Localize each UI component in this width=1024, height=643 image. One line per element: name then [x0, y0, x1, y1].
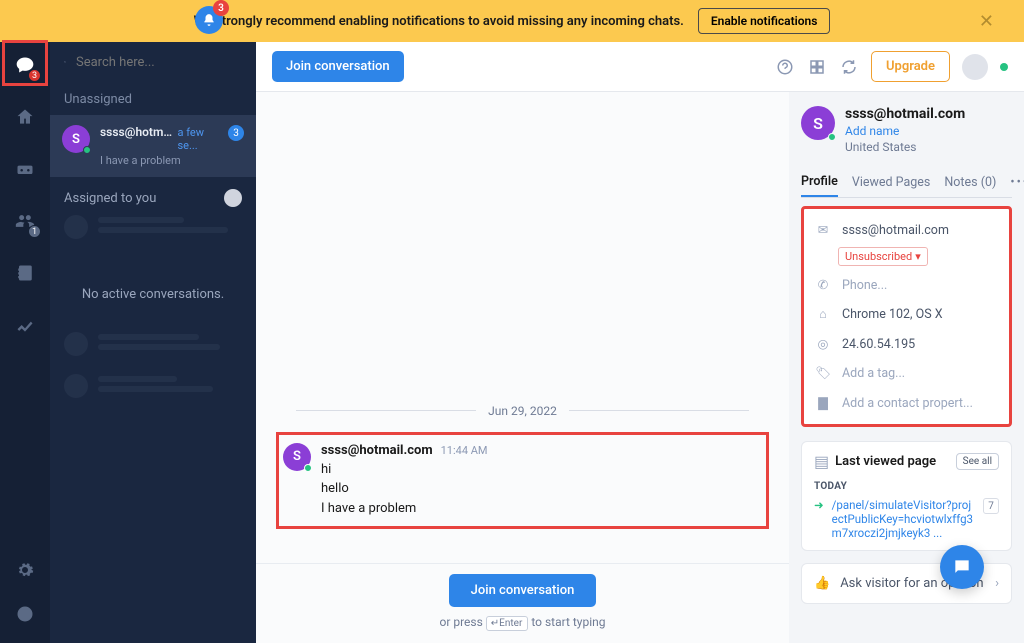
- message-block: S ssss@hotmail.com 11:44 AM hi hello I h…: [276, 432, 769, 530]
- tag-icon: 🏷: [814, 366, 832, 381]
- placeholder-list: [50, 215, 256, 257]
- status-dot: [1000, 63, 1008, 71]
- message-time: 11:44 AM: [441, 444, 488, 457]
- press-suffix: to start typing: [531, 615, 605, 629]
- placeholder-list-2: [50, 332, 256, 416]
- tab-more-icon[interactable]: •••: [1010, 175, 1024, 190]
- add-property-row[interactable]: ▇Add a contact propert...: [812, 388, 1001, 418]
- bell-badge: 3: [213, 0, 229, 16]
- contacts-badge: 1: [28, 225, 41, 238]
- nav-bot[interactable]: [10, 154, 40, 184]
- search-input[interactable]: [76, 55, 242, 70]
- nav-chats[interactable]: 3: [10, 50, 40, 80]
- enable-notifications-button[interactable]: Enable notifications: [698, 8, 831, 34]
- folder-icon: ▇: [814, 395, 832, 411]
- nav-address-book[interactable]: [10, 258, 40, 288]
- apps-icon[interactable]: [807, 57, 827, 77]
- chevron-right-icon: ›: [995, 576, 999, 591]
- enter-key-chip: ↵Enter: [486, 616, 529, 631]
- conversation-count: 3: [228, 125, 244, 141]
- nav-logo[interactable]: [10, 599, 40, 629]
- refresh-icon[interactable]: [839, 57, 859, 77]
- detail-panel: S ssss@hotmail.com Add name United State…: [789, 92, 1024, 643]
- see-all-button[interactable]: See all: [956, 453, 999, 470]
- date-divider: Jun 29, 2022: [296, 404, 749, 418]
- conversation-item[interactable]: S ssss@hotmail.... a few se... I have a …: [50, 115, 256, 177]
- viewed-page-count: 7: [983, 498, 999, 514]
- thumbs-icon: 👍: [814, 576, 830, 591]
- message-line: hello: [321, 479, 488, 499]
- message-line: I have a problem: [321, 499, 488, 519]
- tab-profile[interactable]: Profile: [801, 168, 838, 197]
- bell-icon-container: 3: [195, 6, 223, 34]
- search-icon: [64, 54, 66, 70]
- profile-info-card: ✉ ssss@hotmail.com Unsubscribed▾ ✆Phone..…: [801, 206, 1012, 427]
- add-tag-row[interactable]: 🏷Add a tag...: [812, 359, 1001, 388]
- profile-avatar: S: [801, 106, 835, 140]
- location-icon: ◎: [814, 336, 832, 352]
- nav-analytics[interactable]: [10, 310, 40, 340]
- last-viewed-card: ▤ Last viewed page See all TODAY ➜ /pane…: [801, 441, 1012, 551]
- join-conversation-button-large[interactable]: Join conversation: [449, 574, 597, 607]
- page-icon: ▤: [814, 452, 829, 471]
- tab-viewed-pages[interactable]: Viewed Pages: [852, 169, 931, 196]
- viewed-page-url[interactable]: /panel/simulateVisitor?projectPublicKey=…: [832, 498, 975, 540]
- close-icon[interactable]: ✕: [979, 11, 994, 32]
- profile-location: United States: [845, 140, 1012, 154]
- banner-text: We strongly recommend enabling notificat…: [194, 14, 684, 29]
- profile-email: ssss@hotmail.com: [842, 223, 949, 238]
- profile-name: ssss@hotmail.com: [845, 106, 1012, 122]
- phone-row[interactable]: ✆Phone...: [812, 270, 1001, 300]
- conversation-sidebar: Unassigned S ssss@hotmail.... a few se..…: [50, 42, 256, 643]
- arrow-icon: ➜: [814, 498, 824, 540]
- no-conversations-text: No active conversations.: [50, 257, 256, 332]
- nav-settings[interactable]: [10, 555, 40, 585]
- chat-area: Jun 29, 2022 S ssss@hotmail.com 11:44 AM…: [256, 92, 789, 643]
- message-sender: ssss@hotmail.com: [321, 443, 433, 458]
- notification-banner: 3 We strongly recommend enabling notific…: [0, 0, 1024, 42]
- assigned-avatar[interactable]: [224, 189, 242, 207]
- conversation-title: ssss@hotmail....: [100, 125, 173, 139]
- message-avatar: S: [283, 443, 311, 471]
- help-icon[interactable]: [775, 57, 795, 77]
- unsubscribed-chip[interactable]: Unsubscribed▾: [838, 247, 928, 266]
- chat-fab[interactable]: [940, 545, 984, 589]
- chats-badge: 3: [28, 69, 41, 82]
- profile-ip: 24.60.54.195: [842, 337, 915, 352]
- message-line: hi: [321, 460, 488, 480]
- assigned-label: Assigned to you: [64, 191, 156, 206]
- upgrade-button[interactable]: Upgrade: [871, 51, 950, 82]
- avatar: S: [62, 125, 90, 153]
- last-viewed-title: Last viewed page: [835, 454, 936, 469]
- unassigned-label: Unassigned: [50, 82, 256, 115]
- press-prefix: or press: [439, 615, 482, 629]
- email-icon: ✉: [814, 222, 832, 238]
- topbar: Join conversation Upgrade: [256, 42, 1024, 92]
- nav-home[interactable]: [10, 102, 40, 132]
- nav-contacts[interactable]: 1: [10, 206, 40, 236]
- tab-notes[interactable]: Notes (0): [944, 169, 996, 196]
- conversation-preview: I have a problem: [100, 154, 218, 167]
- profile-device: Chrome 102, OS X: [842, 307, 943, 322]
- phone-icon: ✆: [814, 277, 832, 293]
- chat-footer: Join conversation or press ↵Enter to sta…: [256, 563, 789, 643]
- conversation-time: a few se...: [177, 126, 218, 152]
- today-label: TODAY: [814, 481, 999, 492]
- join-conversation-button[interactable]: Join conversation: [272, 51, 404, 82]
- laptop-icon: ⌂: [814, 307, 832, 322]
- nav-rail: 3 1: [0, 42, 50, 643]
- add-name-link[interactable]: Add name: [845, 124, 1012, 138]
- user-avatar[interactable]: [962, 54, 988, 80]
